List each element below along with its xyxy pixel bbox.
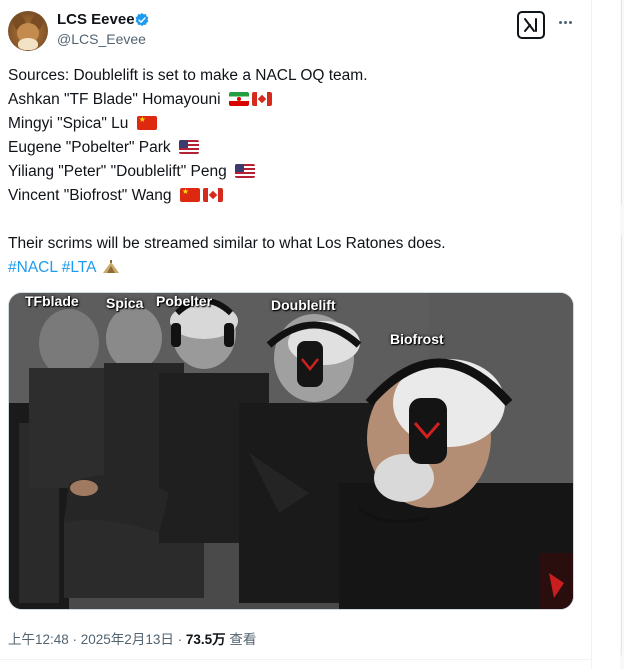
hashtag-line: #NACL #LTA — [8, 256, 578, 280]
us-flag-icon — [235, 164, 256, 178]
tweet-line: Sources: Doublelift is set to make a NAC… — [8, 67, 368, 84]
tweet-line: Vincent "Biofrost" Wang — [8, 184, 578, 208]
views-count: 73.5万 — [185, 632, 226, 647]
tweet-line: Ashkan "TF Blade" Homayouni — [8, 88, 578, 112]
tweet-paragraph: Their scrims will be streamed similar to… — [8, 235, 446, 252]
canada-flag-icon — [251, 92, 272, 106]
tweet-line: Mingyi "Spica" Lu — [8, 112, 578, 136]
author-handle[interactable]: @LCS_Eevee — [57, 31, 146, 47]
tweet-meta: 上午12:48 · 2025年2月13日 · 73.5万 查看 — [8, 628, 256, 648]
image-label-biofrost: Biofrost — [390, 331, 444, 347]
timeline-right-border — [591, 0, 592, 669]
eevee-avatar-icon[interactable] — [8, 11, 48, 51]
tweet-line: Yiliang "Peter" "Doublelift" Peng — [8, 160, 578, 184]
tweet-timestamp-link[interactable]: 上午12:48 · 2025年2月13日 · — [8, 632, 186, 647]
iran-flag-icon — [228, 92, 249, 106]
grok-icon[interactable] — [517, 11, 545, 39]
castle-tower-icon — [102, 260, 119, 273]
grok-glyph-icon — [524, 18, 537, 32]
image-label-tfblade: TFblade — [25, 293, 79, 309]
hashtag-nacl-link[interactable]: #NACL — [8, 259, 57, 276]
us-flag-icon — [178, 140, 199, 154]
hashtag-lta-link[interactable]: #LTA — [62, 259, 96, 276]
tweet-line: Eugene "Pobelter" Park — [8, 136, 578, 160]
canada-flag-icon — [202, 188, 223, 202]
tweet-text: Sources: Doublelift is set to make a NAC… — [8, 64, 578, 280]
verified-badge-icon — [135, 13, 149, 27]
image-label-doublelift: Doublelift — [271, 297, 336, 313]
more-dots-icon[interactable] — [555, 12, 575, 32]
china-flag-icon — [136, 116, 157, 130]
tweet-divider — [0, 659, 591, 660]
author-display-name[interactable]: LCS Eevee — [57, 11, 135, 28]
china-flag-icon — [179, 188, 200, 202]
image-label-pobelter: Pobelter — [156, 293, 213, 309]
tweet-image[interactable]: TFblade Spica Pobelter Doublelift Biofro… — [8, 292, 574, 610]
image-label-spica: Spica — [106, 295, 144, 311]
gamers-photo-illustration — [9, 293, 573, 609]
views-label: 查看 — [225, 632, 257, 647]
